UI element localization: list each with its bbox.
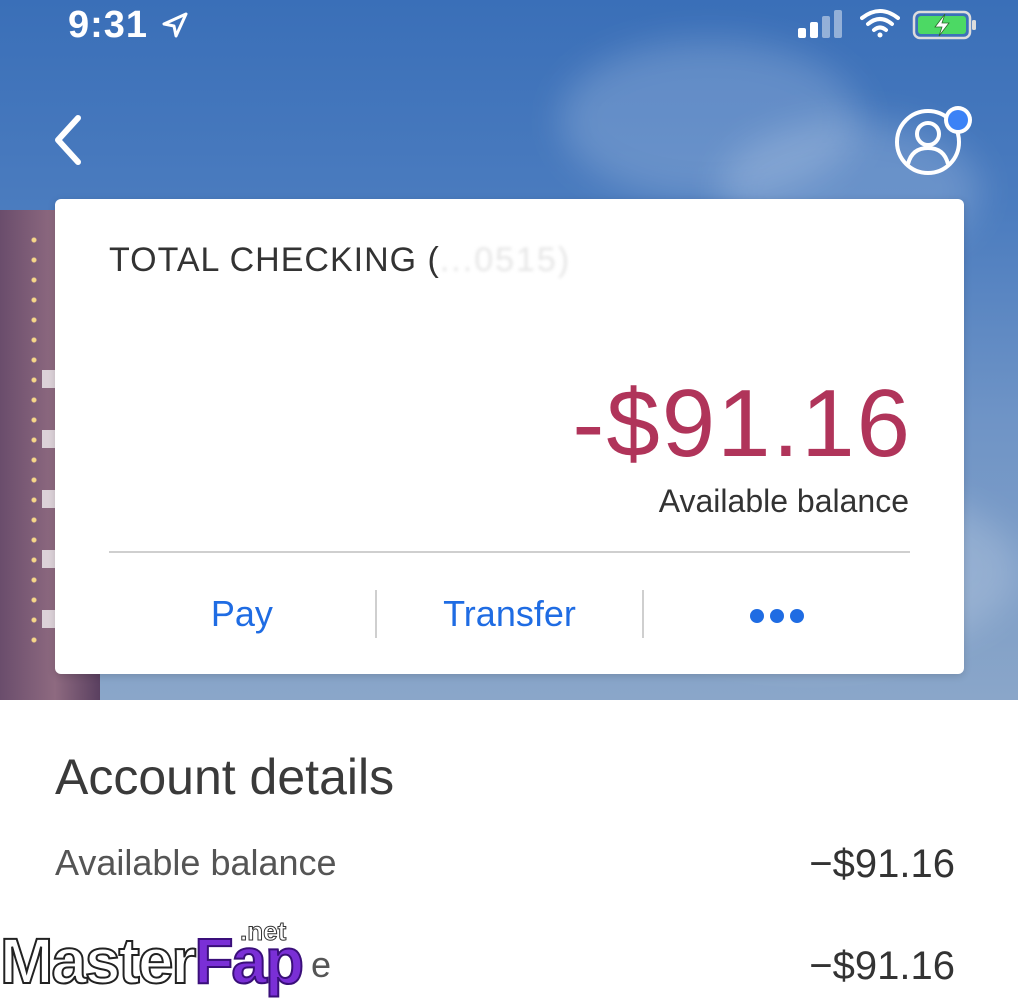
account-name: TOTAL CHECKING (...0515) xyxy=(109,241,571,280)
transfer-button[interactable]: Transfer xyxy=(377,589,643,639)
cellular-signal-icon xyxy=(798,10,842,38)
detail-value: −$91.16 xyxy=(809,842,955,886)
more-dots-icon xyxy=(750,609,805,624)
detail-label: Available balance xyxy=(55,842,337,883)
status-bar: 9:31 xyxy=(0,0,1018,60)
account-name-suffix: ) xyxy=(557,241,572,279)
status-time: 9:31 xyxy=(68,4,149,46)
account-card[interactable]: TOTAL CHECKING (...0515) -$91.16 Availab… xyxy=(55,199,964,674)
profile-icon[interactable] xyxy=(892,102,976,178)
watermark-logo: MasterFap .net xyxy=(0,916,320,1000)
detail-row-available-balance: Available balance −$91.16 xyxy=(55,842,955,902)
card-actions: Pay Transfer xyxy=(109,579,910,649)
account-name-prefix: TOTAL CHECKING ( xyxy=(109,241,440,279)
battery-charging-icon xyxy=(912,10,976,40)
chevron-left-icon[interactable] xyxy=(48,112,88,168)
more-actions-button[interactable] xyxy=(644,589,910,639)
available-balance-amount: -$91.16 xyxy=(572,370,912,477)
wifi-icon xyxy=(860,9,900,38)
watermark-net: .net xyxy=(239,916,287,947)
detail-value: −$91.16 xyxy=(809,944,955,988)
account-details-title: Account details xyxy=(55,749,395,805)
pay-button[interactable]: Pay xyxy=(109,589,375,639)
account-number-masked: ...0515 xyxy=(439,241,558,279)
location-arrow-icon xyxy=(162,12,188,38)
card-divider xyxy=(109,551,910,553)
available-balance-label: Available balance xyxy=(658,483,909,519)
watermark-master: Master xyxy=(0,924,197,998)
